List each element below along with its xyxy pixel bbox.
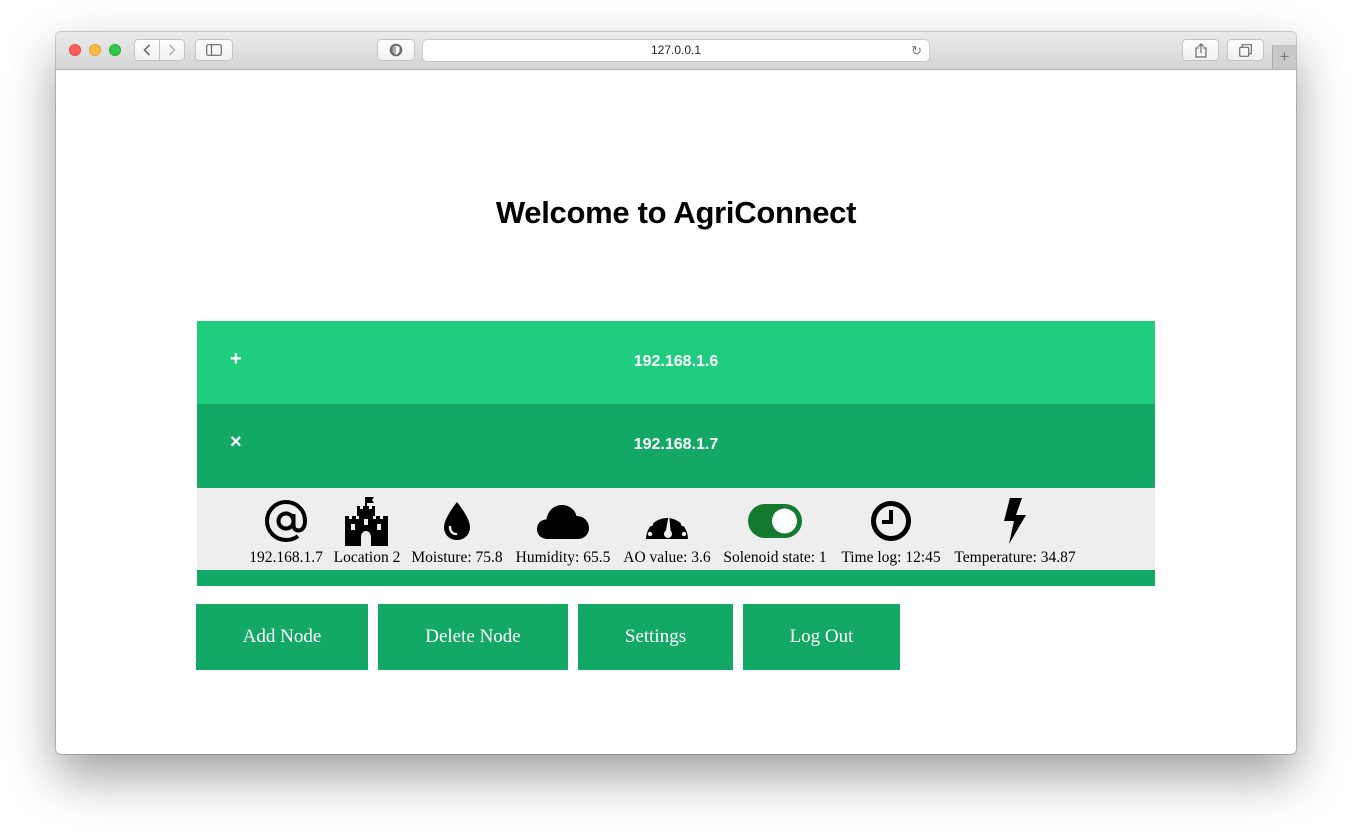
node-details-panel: 192.168.1.7 Location 2 Moisture: 75.8 Hu…: [197, 488, 1155, 570]
node-details-footer: [197, 570, 1155, 586]
lightning-bolt-icon: [1004, 498, 1026, 544]
delete-node-button[interactable]: Delete Node: [378, 604, 568, 670]
stat-solenoid: Solenoid state: 1: [719, 488, 831, 570]
stat-moisture-label: Moisture: 75.8: [411, 549, 503, 566]
stat-location-label: Location 2: [333, 549, 401, 566]
water-drop-icon: [444, 502, 470, 540]
browser-window: 127.0.0.1 ↻ + Welcome to AgriConnect + 1…: [56, 32, 1296, 754]
share-button[interactable]: [1182, 39, 1219, 61]
new-tab-button[interactable]: +: [1272, 45, 1296, 69]
browser-toolbar: 127.0.0.1 ↻ +: [56, 32, 1296, 70]
stat-ip-label: 192.168.1.7: [249, 549, 323, 566]
share-icon: [1194, 42, 1207, 58]
stat-moisture: Moisture: 75.8: [407, 488, 507, 570]
sidebar-button[interactable]: [195, 39, 233, 61]
action-buttons: Add Node Delete Node Settings Log Out: [196, 604, 900, 670]
settings-button[interactable]: Settings: [578, 604, 733, 670]
node-header-expanded[interactable]: × 192.168.1.7: [197, 404, 1155, 488]
chevron-right-icon: [168, 44, 176, 56]
shield-icon: [389, 43, 403, 57]
cloud-icon: [537, 505, 589, 539]
sidebar-icon: [206, 44, 222, 56]
page-title: Welcome to AgriConnect: [495, 195, 857, 230]
node-ip-label: 192.168.1.6: [633, 353, 719, 370]
stat-temperature: Temperature: 34.87: [949, 488, 1081, 570]
gauge-icon: [646, 507, 688, 539]
stat-ip: 192.168.1.7: [245, 488, 327, 570]
node-header-collapsed[interactable]: + 192.168.1.6: [197, 321, 1155, 404]
toggle-on-icon[interactable]: [747, 503, 803, 539]
close-window-button[interactable]: [69, 44, 81, 56]
tabs-overview-button[interactable]: [1227, 39, 1264, 61]
at-icon: [264, 499, 308, 543]
history-navigation: [134, 39, 185, 61]
stat-time-log-label: Time log: 12:45: [841, 549, 941, 566]
stat-temperature-label: Temperature: 34.87: [954, 549, 1076, 566]
back-button[interactable]: [135, 40, 159, 60]
chevron-left-icon: [143, 44, 151, 56]
stat-humidity-label: Humidity: 65.5: [515, 549, 611, 566]
minimize-window-button[interactable]: [89, 44, 101, 56]
castle-icon: [345, 497, 388, 546]
stat-solenoid-label: Solenoid state: 1: [723, 549, 827, 566]
address-bar[interactable]: 127.0.0.1 ↻: [422, 39, 930, 62]
stat-ao-value-label: AO value: 3.6: [623, 549, 711, 566]
zoom-window-button[interactable]: [109, 44, 121, 56]
forward-button[interactable]: [159, 40, 184, 60]
reload-icon[interactable]: ↻: [911, 40, 922, 61]
stat-time-log: Time log: 12:45: [837, 488, 945, 570]
stat-ao-value: AO value: 3.6: [620, 488, 714, 570]
stat-location: Location 2: [331, 488, 403, 570]
node-accordion: + 192.168.1.6 × 192.168.1.7 192.168.1.7: [197, 321, 1155, 586]
add-node-button[interactable]: Add Node: [196, 604, 368, 670]
url-text: 127.0.0.1: [650, 43, 702, 57]
stat-humidity: Humidity: 65.5: [513, 488, 613, 570]
node-ip-label: 192.168.1.7: [633, 436, 719, 453]
privacy-button[interactable]: [377, 39, 415, 61]
tabs-icon: [1239, 43, 1252, 57]
log-out-button[interactable]: Log Out: [743, 604, 900, 670]
clock-icon: [871, 501, 911, 541]
